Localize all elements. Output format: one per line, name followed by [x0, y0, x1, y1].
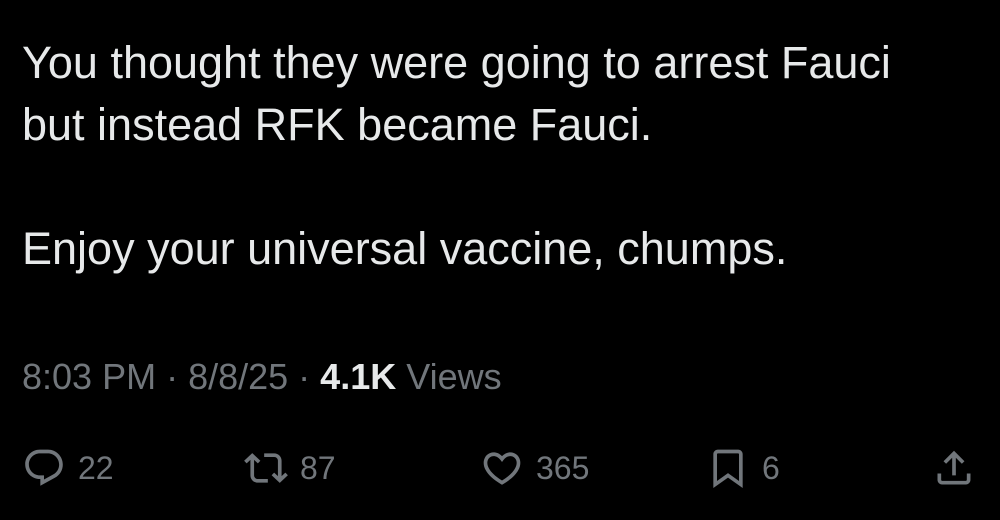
share-button[interactable] [932, 440, 976, 496]
like-button[interactable]: 365 [480, 440, 589, 496]
tweet-time[interactable]: 8:03 PM [22, 356, 156, 397]
meta-separator: · [166, 356, 179, 397]
tweet-text: You thought they were going to arrest Fa… [22, 37, 891, 274]
share-icon [932, 446, 976, 490]
tweet-meta: 8:03 PM · 8/8/25 · 4.1K Views [22, 352, 502, 402]
repost-count: 87 [300, 449, 336, 486]
repost-icon [244, 446, 288, 490]
bookmark-count: 6 [762, 449, 780, 486]
like-count: 365 [536, 449, 590, 486]
tweet-date[interactable]: 8/8/25 [188, 356, 288, 397]
reply-count: 22 [78, 449, 114, 486]
repost-button[interactable]: 87 [244, 440, 336, 496]
reply-icon [22, 446, 66, 490]
bookmark-icon [706, 446, 750, 490]
reply-button[interactable]: 22 [22, 440, 114, 496]
bookmark-button[interactable]: 6 [706, 440, 780, 496]
views-label: Views [406, 356, 502, 397]
heart-icon [480, 446, 524, 490]
meta-separator: · [298, 356, 311, 397]
tweet: You thought they were going to arrest Fa… [0, 0, 1000, 520]
views-count: 4.1K [320, 356, 397, 397]
action-bar: 22 87 365 6 [0, 440, 1000, 496]
